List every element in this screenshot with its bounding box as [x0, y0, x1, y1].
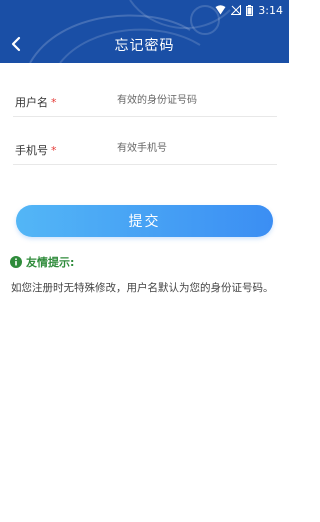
tip-header: 友情提示: — [10, 254, 74, 270]
submit-button[interactable]: 提交 — [16, 205, 273, 237]
phone-label: 手机号 * — [15, 142, 57, 158]
required-mark: * — [51, 144, 57, 157]
status-bar: 3:14 — [215, 2, 283, 18]
app-header: 3:14 忘记密码 — [0, 0, 289, 63]
username-label: 用户名 * — [15, 94, 57, 110]
phone-field-row: 手机号 * — [13, 130, 277, 165]
username-input[interactable] — [117, 90, 275, 110]
tip-text: 如您注册时无特殊修改，用户名默认为您的身份证号码。 — [11, 282, 274, 294]
username-label-text: 用户名 — [15, 96, 48, 109]
phone-input[interactable] — [117, 138, 275, 158]
tip-title: 友情提示: — [26, 256, 75, 269]
required-mark: * — [51, 96, 57, 109]
username-field-row: 用户名 * — [13, 82, 277, 117]
page-title: 忘记密码 — [114, 38, 175, 54]
info-icon — [10, 256, 22, 268]
status-time: 3:14 — [258, 3, 283, 17]
phone-label-text: 手机号 — [15, 144, 48, 157]
wifi-icon — [215, 5, 226, 15]
battery-icon — [246, 4, 254, 16]
no-signal-icon — [231, 5, 242, 15]
